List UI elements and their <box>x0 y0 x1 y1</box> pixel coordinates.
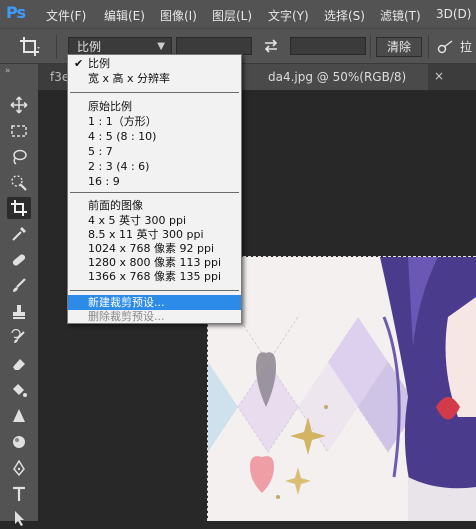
menu-bar: Ps 文件(F) 编辑(E) 图像(I) 图层(L) 文字(Y) 选择(S) 滤… <box>0 0 476 28</box>
tools-panel: » <box>0 64 39 526</box>
options-separator <box>56 35 57 59</box>
lasso-tool-icon[interactable] <box>7 146 31 168</box>
dropdown-item-ratio-4-5[interactable]: 4 : 5 (8 : 10) <box>68 129 241 144</box>
dropdown-item-new-crop-preset[interactable]: 新建裁剪预设... <box>68 295 241 310</box>
history-brush-tool-icon[interactable] <box>7 327 31 349</box>
close-icon[interactable]: × <box>434 69 444 83</box>
dropdown-item-ratio-1-1[interactable]: 1 : 1（方形） <box>68 114 241 129</box>
menu-edit[interactable]: 编辑(E) <box>104 7 145 24</box>
quick-selection-tool-icon[interactable] <box>7 172 31 194</box>
dropdown-item-front-image[interactable]: 前面的图像 <box>68 198 241 213</box>
dropdown-item-width-height-resolution[interactable]: 宽 x 高 x 分辨率 <box>68 71 241 86</box>
dropdown-separator <box>70 290 239 291</box>
document-image[interactable] <box>208 257 476 521</box>
swap-icon[interactable] <box>262 37 280 55</box>
tab-title: da4.jpg @ 50%(RGB/8) <box>268 70 407 84</box>
healing-brush-tool-icon[interactable] <box>7 249 31 271</box>
move-tool-icon[interactable] <box>7 94 31 116</box>
type-tool-icon[interactable] <box>7 483 31 505</box>
dropdown-separator <box>70 92 239 93</box>
dropdown-item-delete-crop-preset: 删除裁剪预设... <box>88 310 165 323</box>
menu-type[interactable]: 文字(Y) <box>268 7 309 24</box>
dropdown-item-preset-4x5[interactable]: 4 x 5 英寸 300 ppi <box>68 213 241 228</box>
dropdown-item-preset-8-5x11[interactable]: 8.5 x 11 英寸 300 ppi <box>68 227 241 242</box>
ratio-select-value: 比例 <box>77 40 102 54</box>
straighten-icon[interactable] <box>436 38 454 56</box>
height-input[interactable] <box>290 37 366 55</box>
path-selection-tool-icon[interactable] <box>7 507 31 529</box>
options-separator <box>428 35 429 59</box>
clear-button[interactable]: 清除 <box>376 37 422 57</box>
menu-file[interactable]: 文件(F) <box>46 7 86 24</box>
blur-tool-icon[interactable] <box>7 405 31 427</box>
dropdown-item-ratio-16-9[interactable]: 16 : 9 <box>68 174 241 189</box>
ps-logo: Ps <box>6 3 26 22</box>
eyedropper-tool-icon[interactable] <box>7 223 31 245</box>
collapse-icon[interactable]: » <box>5 66 11 76</box>
eraser-tool-icon[interactable] <box>7 353 31 375</box>
dropdown-item-original-ratio[interactable]: 原始比例 <box>68 99 241 114</box>
clone-stamp-tool-icon[interactable] <box>7 301 31 323</box>
width-input[interactable] <box>176 37 252 55</box>
dropdown-item-ratio[interactable]: ✔ 比例 <box>68 56 241 71</box>
dodge-tool-icon[interactable] <box>7 431 31 453</box>
options-separator <box>370 35 371 59</box>
check-icon: ✔ <box>74 57 84 70</box>
menu-layer[interactable]: 图层(L) <box>212 7 252 24</box>
menu-select[interactable]: 选择(S) <box>324 7 365 24</box>
pen-tool-icon[interactable] <box>7 457 31 479</box>
menu-filter[interactable]: 滤镜(T) <box>380 7 421 24</box>
crop-tool-icon[interactable] <box>7 197 31 219</box>
brush-tool-icon[interactable] <box>7 275 31 297</box>
dropdown-separator <box>70 192 239 193</box>
straighten-label[interactable]: 拉 <box>460 38 472 55</box>
menu-3d[interactable]: 3D(D) <box>436 7 471 21</box>
ratio-dropdown-menu: ✔ 比例 宽 x 高 x 分辨率 原始比例 1 : 1（方形） 4 : 5 (8… <box>67 54 242 324</box>
crop-tool-preset-icon[interactable] <box>18 35 42 59</box>
marquee-tool-icon[interactable] <box>7 120 31 142</box>
paint-bucket-tool-icon[interactable] <box>7 379 31 401</box>
dropdown-item-preset-1280x800[interactable]: 1280 x 800 像素 113 ppi <box>68 255 241 270</box>
dropdown-item-preset-1366x768[interactable]: 1366 x 768 像素 135 ppi <box>68 269 241 284</box>
dropdown-item-ratio-5-7[interactable]: 5 : 7 <box>68 144 241 159</box>
dropdown-item-preset-1024x768[interactable]: 1024 x 768 像素 92 ppi <box>68 241 241 256</box>
menu-image[interactable]: 图像(I) <box>160 7 197 24</box>
dropdown-item-ratio-2-3[interactable]: 2 : 3 (4 : 6) <box>68 159 241 174</box>
